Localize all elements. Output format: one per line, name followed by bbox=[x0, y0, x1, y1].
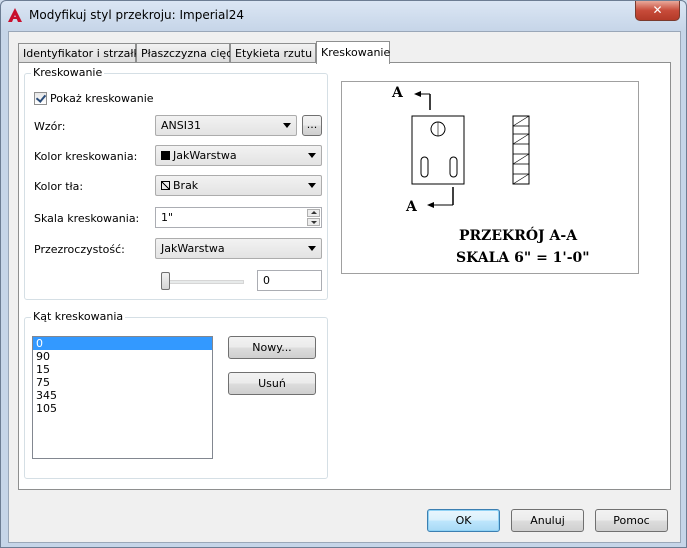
transparency-slider-thumb[interactable] bbox=[161, 272, 170, 290]
window-title: Modyfikuj styl przekroju: Imperial24 bbox=[29, 8, 244, 22]
section-preview-drawing bbox=[411, 91, 530, 208]
chevron-down-icon bbox=[308, 153, 316, 158]
angle-list-item[interactable]: 105 bbox=[33, 402, 212, 415]
angle-list-item[interactable]: 90 bbox=[33, 350, 212, 363]
transparency-amount-input[interactable]: 0 bbox=[257, 270, 322, 291]
transparency-label: Przezroczystość: bbox=[34, 243, 125, 256]
dialog-client: Identyfikator i strzałki Płaszczyzna cię… bbox=[8, 31, 681, 543]
pattern-label: Wzór: bbox=[34, 120, 66, 133]
spin-down-icon[interactable] bbox=[307, 218, 320, 226]
transparency-value: JakWarstwa bbox=[161, 242, 225, 255]
new-angle-button[interactable]: Nowy... bbox=[228, 336, 316, 359]
hatching-group: Kreskowanie Pokaż kreskowanie Wzór: ANSI… bbox=[24, 66, 328, 300]
section-caption-scale: SKALA 6" = 1'-0" bbox=[456, 250, 590, 266]
black-swatch-icon bbox=[161, 151, 170, 160]
hatch-angle-group: Kąt kreskowania 0 90 15 75 345 105 Nowy.… bbox=[24, 310, 328, 479]
transparency-slider-track[interactable] bbox=[162, 280, 244, 284]
no-color-swatch-icon bbox=[161, 181, 170, 190]
ok-button[interactable]: OK bbox=[427, 509, 500, 532]
help-button[interactable]: Pomoc bbox=[595, 509, 668, 532]
scale-value: 1" bbox=[161, 211, 174, 224]
autocad-app-icon bbox=[8, 8, 22, 22]
angle-list-item[interactable]: 15 bbox=[33, 363, 212, 376]
section-preview: A A PRZEKRÓJ A-A SKALA 6" = 1'-0" bbox=[341, 81, 639, 274]
title-bar[interactable]: Modyfikuj styl przekroju: Imperial24 ✕ bbox=[1, 1, 686, 29]
close-button[interactable]: ✕ bbox=[635, 1, 680, 21]
show-hatch-label: Pokaż kreskowanie bbox=[50, 92, 154, 105]
tab-view-label[interactable]: Etykieta rzutu bbox=[230, 43, 316, 62]
angle-list-item[interactable]: 345 bbox=[33, 389, 212, 402]
angle-list-item[interactable]: 0 bbox=[33, 337, 212, 350]
transparency-dropdown[interactable]: JakWarstwa bbox=[155, 238, 322, 259]
section-label-bottom: A bbox=[406, 199, 417, 215]
pattern-value: ANSI31 bbox=[161, 119, 201, 132]
hatching-tab-panel: Kreskowanie Pokaż kreskowanie Wzór: ANSI… bbox=[18, 62, 671, 490]
show-hatch-checkbox[interactable] bbox=[34, 92, 47, 105]
bg-color-label: Kolor tła: bbox=[34, 180, 84, 193]
tab-hatching[interactable]: Kreskowanie bbox=[316, 41, 390, 64]
hatch-color-value: JakWarstwa bbox=[173, 149, 237, 162]
bg-color-value: Brak bbox=[173, 179, 199, 192]
chevron-down-icon bbox=[308, 246, 316, 251]
hatch-color-label: Kolor kreskowania: bbox=[34, 150, 138, 163]
angle-listbox[interactable]: 0 90 15 75 345 105 bbox=[32, 336, 213, 459]
section-label-top: A bbox=[392, 85, 403, 101]
tab-identifier-arrows[interactable]: Identyfikator i strzałki bbox=[18, 43, 143, 62]
hatching-group-title: Kreskowanie bbox=[31, 66, 105, 79]
angle-list-item[interactable]: 75 bbox=[33, 376, 212, 389]
scale-input[interactable]: 1" bbox=[155, 207, 322, 228]
cancel-button[interactable]: Anuluj bbox=[511, 509, 584, 532]
transparency-amount-value: 0 bbox=[263, 274, 270, 287]
pattern-browse-button[interactable]: ... bbox=[302, 115, 322, 136]
delete-angle-button[interactable]: Usuń bbox=[228, 372, 316, 395]
scale-label: Skala kreskowania: bbox=[34, 212, 140, 225]
bg-color-dropdown[interactable]: Brak bbox=[155, 175, 322, 196]
chevron-down-icon bbox=[308, 183, 316, 188]
dialog-window: Modyfikuj styl przekroju: Imperial24 ✕ I… bbox=[0, 0, 687, 548]
tab-cutting-plane[interactable]: Płaszczyzna cięcia bbox=[136, 43, 242, 62]
chevron-down-icon bbox=[283, 123, 291, 128]
section-caption-title: PRZEKRÓJ A-A bbox=[459, 228, 578, 244]
hatch-color-dropdown[interactable]: JakWarstwa bbox=[155, 145, 322, 166]
spin-up-icon[interactable] bbox=[307, 209, 320, 217]
pattern-dropdown[interactable]: ANSI31 bbox=[155, 115, 297, 136]
hatch-angle-group-title: Kąt kreskowania bbox=[31, 310, 126, 323]
scale-spinner[interactable] bbox=[307, 209, 320, 226]
